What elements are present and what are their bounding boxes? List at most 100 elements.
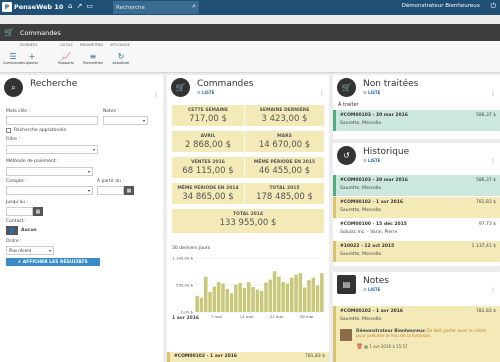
note-card[interactable]: Démonstrateur Bienheureux On doit parler…	[333, 327, 500, 362]
chart-bar[interactable]	[277, 276, 281, 312]
x-tick-label: 28 mar	[300, 314, 314, 319]
chart-bar[interactable]	[225, 288, 230, 312]
window-icon[interactable]: ▭	[86, 2, 93, 10]
chart-line-icon: 📈	[61, 52, 71, 61]
chart-bar[interactable]	[238, 283, 242, 312]
stat-this-week[interactable]: CETTE SEMAINE 717,00 $	[172, 105, 244, 126]
calendar-icon[interactable]: ▦	[124, 186, 134, 195]
chart-bar[interactable]	[204, 276, 208, 312]
toolbar-group-parametres: Paramètres	[80, 43, 104, 47]
chart-bar[interactable]	[281, 282, 285, 312]
toolbar-commandes-button[interactable]: ☰ Commandes	[3, 52, 25, 65]
chart-bar[interactable]	[290, 277, 294, 312]
show-results-button[interactable]: ⌕ AFFICHER LES RÉSULTATS	[6, 258, 100, 266]
stat-label: SEMAINE DERNIÈRE	[259, 108, 310, 113]
stat-sales-2016[interactable]: VENTES 2016 68 115,00 $	[172, 157, 244, 178]
stat-march[interactable]: MARS 14 670,00 $	[245, 131, 324, 152]
stat-last-week[interactable]: SEMAINE DERNIÈRE 3 423,00 $	[245, 105, 324, 126]
account-select[interactable]: ▾	[6, 186, 93, 195]
calendar-icon[interactable]: ▦	[33, 207, 43, 216]
stat-april[interactable]: AVRIL 2 868,00 $	[172, 131, 244, 152]
stat-total-2015[interactable]: TOTAL 2015 178 485,00 $	[245, 183, 324, 204]
toolbar-ajouter-button[interactable]: + Ajouter	[22, 52, 42, 65]
more-options-icon[interactable]: ⋮	[490, 158, 496, 165]
filter-label: Filtre :	[6, 137, 20, 142]
order-select[interactable]: Plus récent ▾	[6, 246, 54, 255]
payment-method-select[interactable]: ▾	[6, 167, 93, 176]
filter-select[interactable]: ▾	[6, 145, 98, 154]
stat-same-period-2015[interactable]: MÊME PÉRIODE EN 2015 46 455,00 $	[245, 157, 324, 178]
commandes-list-link[interactable]: ☰ LISTE	[197, 90, 214, 95]
from-date-input[interactable]	[97, 186, 124, 195]
toolbar-rapports-button[interactable]: 📈 Rapports	[56, 52, 76, 65]
chart-bar[interactable]	[311, 277, 316, 312]
chart-bar[interactable]	[298, 273, 303, 312]
chart-bar[interactable]	[264, 282, 268, 312]
notes-entry[interactable]: #COM00102 - 1 avr 2016 781,83 $ Saurette…	[333, 306, 500, 327]
chart-bar[interactable]	[302, 287, 307, 312]
entry-amount: 781,83 $	[304, 354, 325, 359]
chart-bar[interactable]	[216, 282, 221, 312]
stat-same-period-2014[interactable]: MÊME PÉRIODE EN 2014 34 865,00 $	[172, 183, 244, 204]
external-link-icon[interactable]: ↗	[76, 2, 82, 10]
notes-select[interactable]: ▾	[103, 116, 148, 125]
more-options-icon[interactable]: ⋮	[153, 92, 159, 99]
user-icon[interactable]: 👤	[6, 226, 18, 235]
historique-list-link[interactable]: ☰ LISTE	[363, 158, 380, 163]
until-date-input[interactable]	[6, 207, 33, 216]
order-label: Ordre :	[6, 239, 22, 244]
keywords-input[interactable]	[6, 116, 98, 125]
home-icon[interactable]: ⌂	[68, 2, 72, 10]
historique-entry[interactable]: #10022 - 12 oct 2015 1 137,41 $ Saurette…	[333, 241, 500, 262]
stat-label: CETTE SEMAINE	[187, 108, 229, 113]
search-icon[interactable]: ⌕	[192, 2, 196, 11]
chart-bar[interactable]	[251, 286, 255, 312]
more-options-icon[interactable]: ⋮	[490, 90, 496, 97]
chart-bar[interactable]	[294, 274, 298, 312]
toolbar-parametres-button[interactable]: ≡ Paramètres	[83, 52, 103, 65]
chart-bar[interactable]	[268, 279, 273, 312]
notes-list-link[interactable]: ☰ LISTE	[363, 287, 380, 292]
chart-bar[interactable]	[259, 290, 264, 312]
historique-entry[interactable]: #COM00102 - 1 avr 2016 781,83 $ Saurette…	[333, 197, 500, 218]
more-options-icon[interactable]: ⋮	[490, 287, 496, 294]
chart-bar[interactable]	[208, 291, 212, 312]
power-icon[interactable]: ⏻	[490, 2, 496, 11]
chart-bar[interactable]	[285, 283, 290, 312]
chart-bar[interactable]	[234, 284, 238, 312]
historique-entry[interactable]: #COM00100 - 15 déc 2015 97,73 $ Solulac …	[333, 219, 500, 240]
notepad-icon: ▤	[337, 275, 356, 294]
chart-bar[interactable]	[247, 282, 251, 312]
search-input[interactable]: Recherche ⌕	[113, 1, 199, 14]
notes-label: Notes :	[103, 109, 119, 114]
more-options-icon[interactable]: ⋮	[319, 90, 325, 97]
historique-list-label: LISTE	[367, 158, 381, 163]
non-traitees-panel: 🛒 Non traitées ☰ LISTE ⋮ À traiter #COM0…	[333, 75, 500, 139]
stat-value: 3 423,00 $	[261, 114, 308, 124]
entry-id: #COM00100 - 15 déc 2015	[340, 222, 407, 227]
chart-bar[interactable]	[242, 287, 247, 312]
chart-bar[interactable]	[199, 297, 204, 312]
brand[interactable]: P PenseWeb 10	[2, 1, 63, 13]
chart-bar[interactable]	[212, 286, 217, 312]
non-traitees-entry[interactable]: #COM00103 - 20 mar 2016 586,37 $ Saurett…	[333, 110, 500, 131]
chart-bar[interactable]	[315, 285, 320, 312]
non-traitees-list-link[interactable]: ☰ LISTE	[363, 90, 380, 95]
account-label: Compte :	[6, 179, 27, 184]
stat-label: MÊME PÉRIODE EN 2015	[253, 160, 316, 165]
chart-bar[interactable]	[221, 283, 225, 312]
chart-bar[interactable]	[320, 273, 324, 312]
chart-bar[interactable]	[255, 289, 260, 312]
chart-bar[interactable]	[272, 271, 277, 312]
app-name: PenseWeb 10	[14, 3, 64, 11]
toolbar-actualiser-button[interactable]: ↻ Actualiser	[111, 52, 131, 65]
user-name[interactable]: Démonstrateur Bienheureux	[402, 3, 480, 9]
chart-bar[interactable]	[195, 295, 199, 312]
chart-bar[interactable]	[229, 293, 234, 312]
trash-icon[interactable]: 🗑	[356, 344, 363, 350]
chart-bar[interactable]	[307, 280, 311, 312]
commandes-bottom-entry[interactable]: #COM00102 - 1 avr 2016 781,83 $	[167, 352, 329, 362]
stat-total-2014[interactable]: TOTAL 2014 133 955,00 $	[172, 209, 324, 233]
advanced-search-checkbox[interactable]	[6, 128, 11, 133]
historique-entry[interactable]: #COM00103 - 20 mar 2016 586,37 $ Saurett…	[333, 175, 500, 196]
